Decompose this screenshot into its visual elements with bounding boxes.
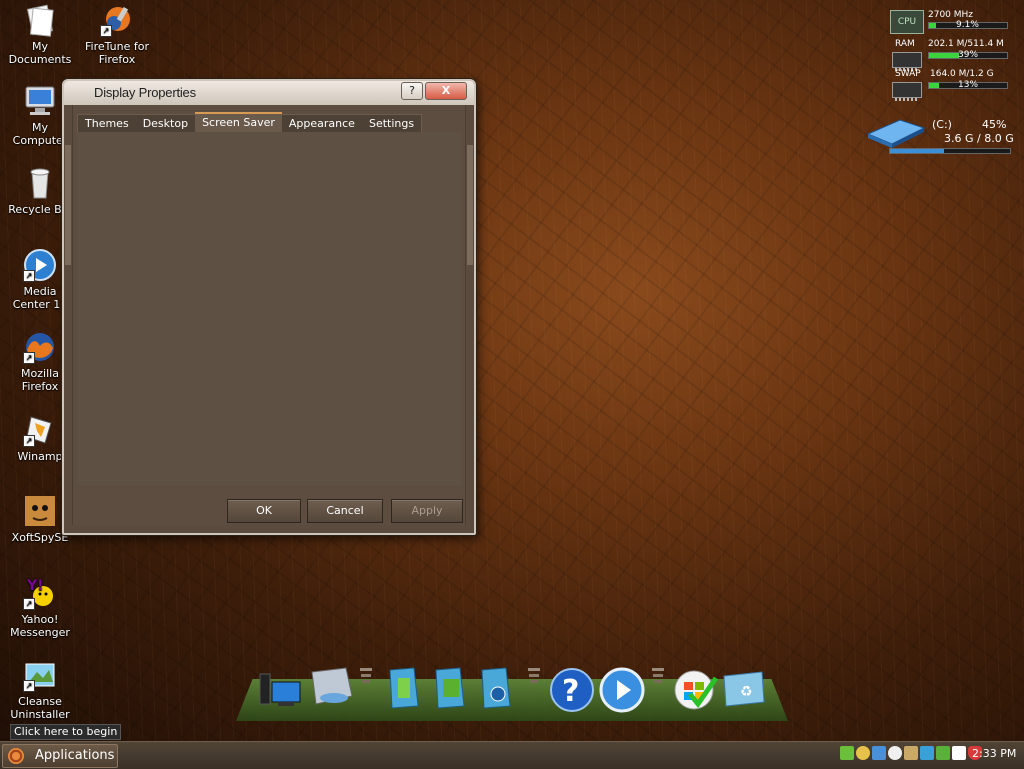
cpu-usage-fill — [929, 23, 937, 28]
swap-label: SWAP — [895, 69, 921, 79]
applications-label: Applications — [35, 748, 115, 763]
swap-chip-icon — [892, 82, 922, 101]
panel-clock[interactable]: 2:33 PM — [972, 747, 1016, 760]
media-center-icon: ↗ — [23, 248, 57, 282]
computer-icon — [23, 84, 57, 118]
dock-windows-update-icon[interactable] — [672, 666, 719, 710]
ram-usage-fill — [929, 53, 960, 58]
desktop-icon-cleanse-uninstaller[interactable]: ↗ Cleanse Uninstaller — [0, 658, 80, 721]
disk-usage: 3.6 G / 8.0 G — [944, 132, 1014, 145]
tray-notes-icon[interactable] — [840, 746, 854, 760]
tray-update-icon[interactable] — [936, 746, 950, 760]
tray-network-icon[interactable] — [888, 746, 902, 760]
desktop-icon-yahoo-messenger[interactable]: Y! ↗ Yahoo! Messenger — [0, 576, 80, 639]
ubuntu-logo-icon — [8, 748, 24, 764]
desktop-icon-my-documents[interactable]: My Documents — [0, 3, 80, 66]
help-button[interactable]: ? — [401, 82, 423, 100]
xoftspy-icon — [23, 494, 57, 528]
tray-display-icon[interactable] — [920, 746, 934, 760]
shortcut-arrow-icon: ↗ — [23, 680, 35, 692]
documents-icon — [23, 3, 57, 37]
desktop-icon-label: My Documents — [8, 40, 72, 66]
winamp-icon: ↗ — [23, 413, 57, 447]
tab-appearance[interactable]: Appearance — [282, 115, 362, 132]
svg-text:♻: ♻ — [740, 684, 753, 700]
ram-percent: 39% — [958, 50, 979, 60]
swap-usage-fill — [929, 83, 940, 88]
tray-smiley-icon[interactable] — [856, 746, 870, 760]
ram-label: RAM — [895, 39, 915, 49]
hard-drive-icon — [866, 119, 926, 148]
applications-button[interactable]: Applications — [2, 744, 118, 768]
dock-pictures-folder-icon[interactable] — [432, 666, 472, 710]
firetune-icon: ↗ — [100, 3, 134, 37]
dock-music-folder-icon[interactable] — [478, 666, 518, 710]
right-edge-track — [467, 145, 473, 265]
window-title: Display Properties — [94, 85, 196, 100]
desktop-icon-firetune[interactable]: ↗ FireTune for Firefox — [77, 3, 157, 66]
start-hint-tooltip: Click here to begin — [10, 724, 122, 740]
desktop-icon-label: Yahoo! Messenger — [10, 613, 70, 639]
apply-button[interactable]: Apply — [391, 499, 463, 523]
cpu-chip-icon: CPU — [890, 10, 924, 34]
shortcut-arrow-icon: ↗ — [23, 598, 35, 610]
tab-themes[interactable]: Themes — [78, 115, 136, 132]
tab-screen-saver[interactable]: Screen Saver — [195, 112, 282, 132]
dock-media-player-icon[interactable] — [598, 666, 645, 713]
system-tray — [840, 746, 982, 760]
tray-text-icon[interactable] — [872, 746, 886, 760]
swap-usage: 164.0 M/1.2 G — [930, 69, 994, 79]
dock-computer-icon[interactable] — [256, 666, 301, 710]
disk-usage-bar — [889, 148, 1011, 154]
shortcut-arrow-icon: ↗ — [23, 270, 35, 282]
ram-chip-icon — [892, 52, 922, 71]
dock-display-icon[interactable] — [308, 666, 353, 710]
tab-strip: Themes Desktop Screen Saver Appearance S… — [77, 112, 423, 133]
svg-text:Y!: Y! — [26, 578, 44, 594]
cleanse-uninstaller-icon: ↗ — [23, 658, 57, 692]
display-properties-window[interactable]: Display Properties ? X Themes Desktop Sc… — [62, 79, 476, 535]
tab-panel-content — [77, 132, 461, 485]
dialog-client-area: Themes Desktop Screen Saver Appearance S… — [65, 105, 473, 525]
disk-percent: 45% — [982, 118, 1007, 131]
tab-desktop[interactable]: Desktop — [136, 115, 195, 132]
ram-usage: 202.1 M/511.4 M — [928, 39, 1004, 49]
shortcut-arrow-icon: ↗ — [23, 352, 35, 364]
disk-usage-widget: (C:) 45% 3.6 G / 8.0 G — [866, 114, 1016, 162]
left-edge-track — [65, 145, 71, 265]
tab-settings[interactable]: Settings — [362, 115, 421, 132]
cancel-button[interactable]: Cancel — [307, 499, 383, 523]
recycle-bin-icon — [23, 166, 57, 200]
cpu-percent: 9.1% — [956, 20, 979, 30]
shortcut-arrow-icon: ↗ — [23, 435, 35, 447]
tray-volume-icon[interactable] — [952, 746, 966, 760]
swap-percent: 13% — [958, 80, 979, 90]
ok-button[interactable]: OK — [227, 499, 301, 523]
svg-text:?: ? — [562, 674, 579, 709]
shortcut-arrow-icon: ↗ — [100, 25, 112, 37]
desktop-icon-label: FireTune for Firefox — [84, 40, 149, 66]
disk-usage-fill — [890, 149, 944, 153]
dock-documents-folder-icon[interactable] — [386, 666, 426, 710]
firefox-icon: ↗ — [23, 330, 57, 364]
yahoo-messenger-icon: Y! ↗ — [23, 576, 57, 610]
desktop-icon-label: Cleanse Uninstaller — [10, 695, 70, 721]
cpu-frequency: 2700 MHz — [928, 10, 974, 20]
tray-stack-icon[interactable] — [904, 746, 918, 760]
dock-help-icon[interactable]: ? — [548, 666, 594, 712]
window-titlebar[interactable]: Display Properties ? X — [64, 81, 474, 105]
dock-recycle-bin-icon[interactable]: ♻ — [720, 666, 765, 710]
disk-drive-label: (C:) — [932, 118, 952, 131]
close-button[interactable]: X — [425, 82, 467, 100]
